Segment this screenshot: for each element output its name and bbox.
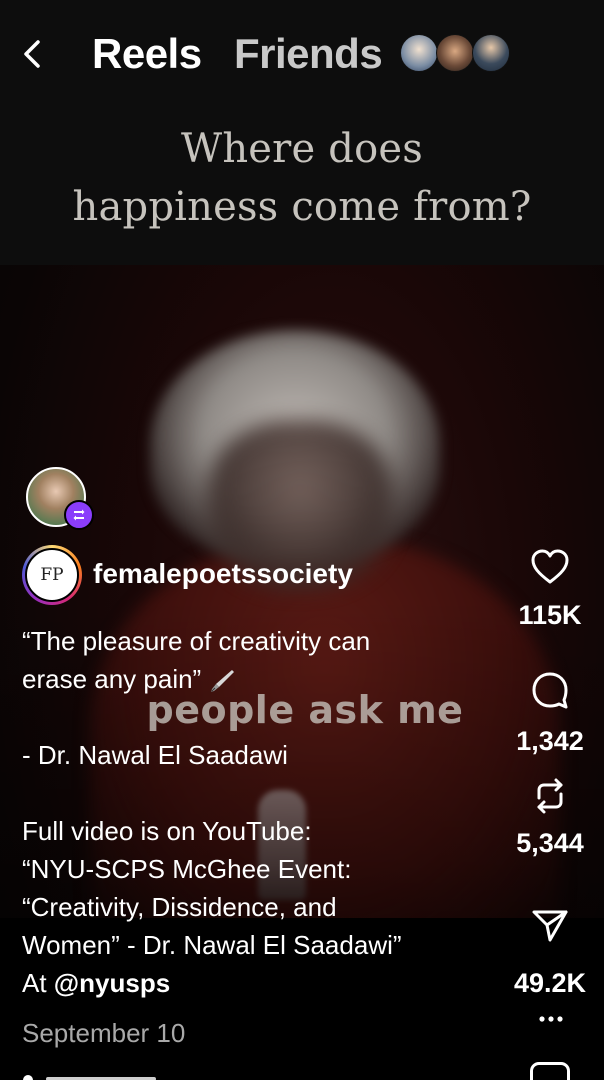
friend-avatar[interactable]: [472, 34, 510, 72]
video-headline-line: happiness come from?: [72, 184, 532, 230]
caption-line: erase any pain”: [22, 660, 462, 698]
account-avatar-logo: FP: [25, 548, 79, 602]
caption-line-text: erase any pain”: [22, 664, 202, 694]
reels-screen: Where does happiness come from? people a…: [0, 0, 604, 1080]
account-avatar[interactable]: FP: [22, 545, 82, 605]
tab-friends[interactable]: Friends: [234, 30, 383, 78]
video-headline-line: Where does: [181, 126, 423, 172]
caption-mention-prefix: At: [22, 968, 54, 998]
post-date: September 10: [22, 1018, 186, 1048]
heart-icon[interactable]: [530, 548, 570, 586]
caption-line: Women” - Dr. Nawal El Saadawi”: [22, 930, 402, 960]
friend-avatar[interactable]: [400, 34, 438, 72]
repost-action[interactable]: 5,344: [500, 776, 600, 859]
top-bar: Reels Friends: [0, 22, 604, 86]
repost-icon[interactable]: [530, 776, 570, 816]
like-count: 115K: [518, 600, 582, 630]
share-count: 49.2K: [513, 968, 587, 998]
caption-mention-line: At @nyusps: [22, 964, 462, 1002]
share-action[interactable]: 49.2K: [500, 906, 600, 999]
mention-link[interactable]: @nyusps: [54, 968, 170, 998]
post-caption[interactable]: “The pleasure of creativity can erase an…: [22, 622, 462, 1002]
chevron-left-icon[interactable]: [18, 34, 48, 74]
comment-bubble-icon[interactable]: [530, 670, 570, 710]
send-icon[interactable]: [530, 906, 570, 946]
caption-line: Full video is on YouTube:: [22, 816, 312, 846]
repost-badge-icon: [73, 509, 85, 521]
more-dots-icon[interactable]: [538, 1014, 564, 1024]
repost-badge-icon: [64, 500, 94, 530]
video-headline: Where does happiness come from?: [0, 120, 604, 236]
comment-count: 1,342: [516, 726, 584, 756]
caption-line: “The pleasure of creativity can: [22, 626, 371, 656]
audio-info-partial[interactable]: [22, 1072, 182, 1080]
account-username[interactable]: femalepoetssociety: [93, 558, 353, 590]
repost-count: 5,344: [516, 828, 584, 858]
audio-thumbnail[interactable]: [530, 1062, 570, 1080]
tab-reels[interactable]: Reels: [92, 30, 202, 78]
friend-avatar[interactable]: [436, 34, 474, 72]
caption-line: - Dr. Nawal El Saadawi: [22, 740, 288, 770]
caption-line: “Creativity, Dissidence, and: [22, 892, 337, 922]
like-action[interactable]: 115K: [500, 548, 600, 631]
fountain-pen-icon: [211, 670, 235, 693]
comment-action[interactable]: 1,342: [500, 670, 600, 757]
caption-line: “NYU-SCPS McGhee Event:: [22, 854, 352, 884]
